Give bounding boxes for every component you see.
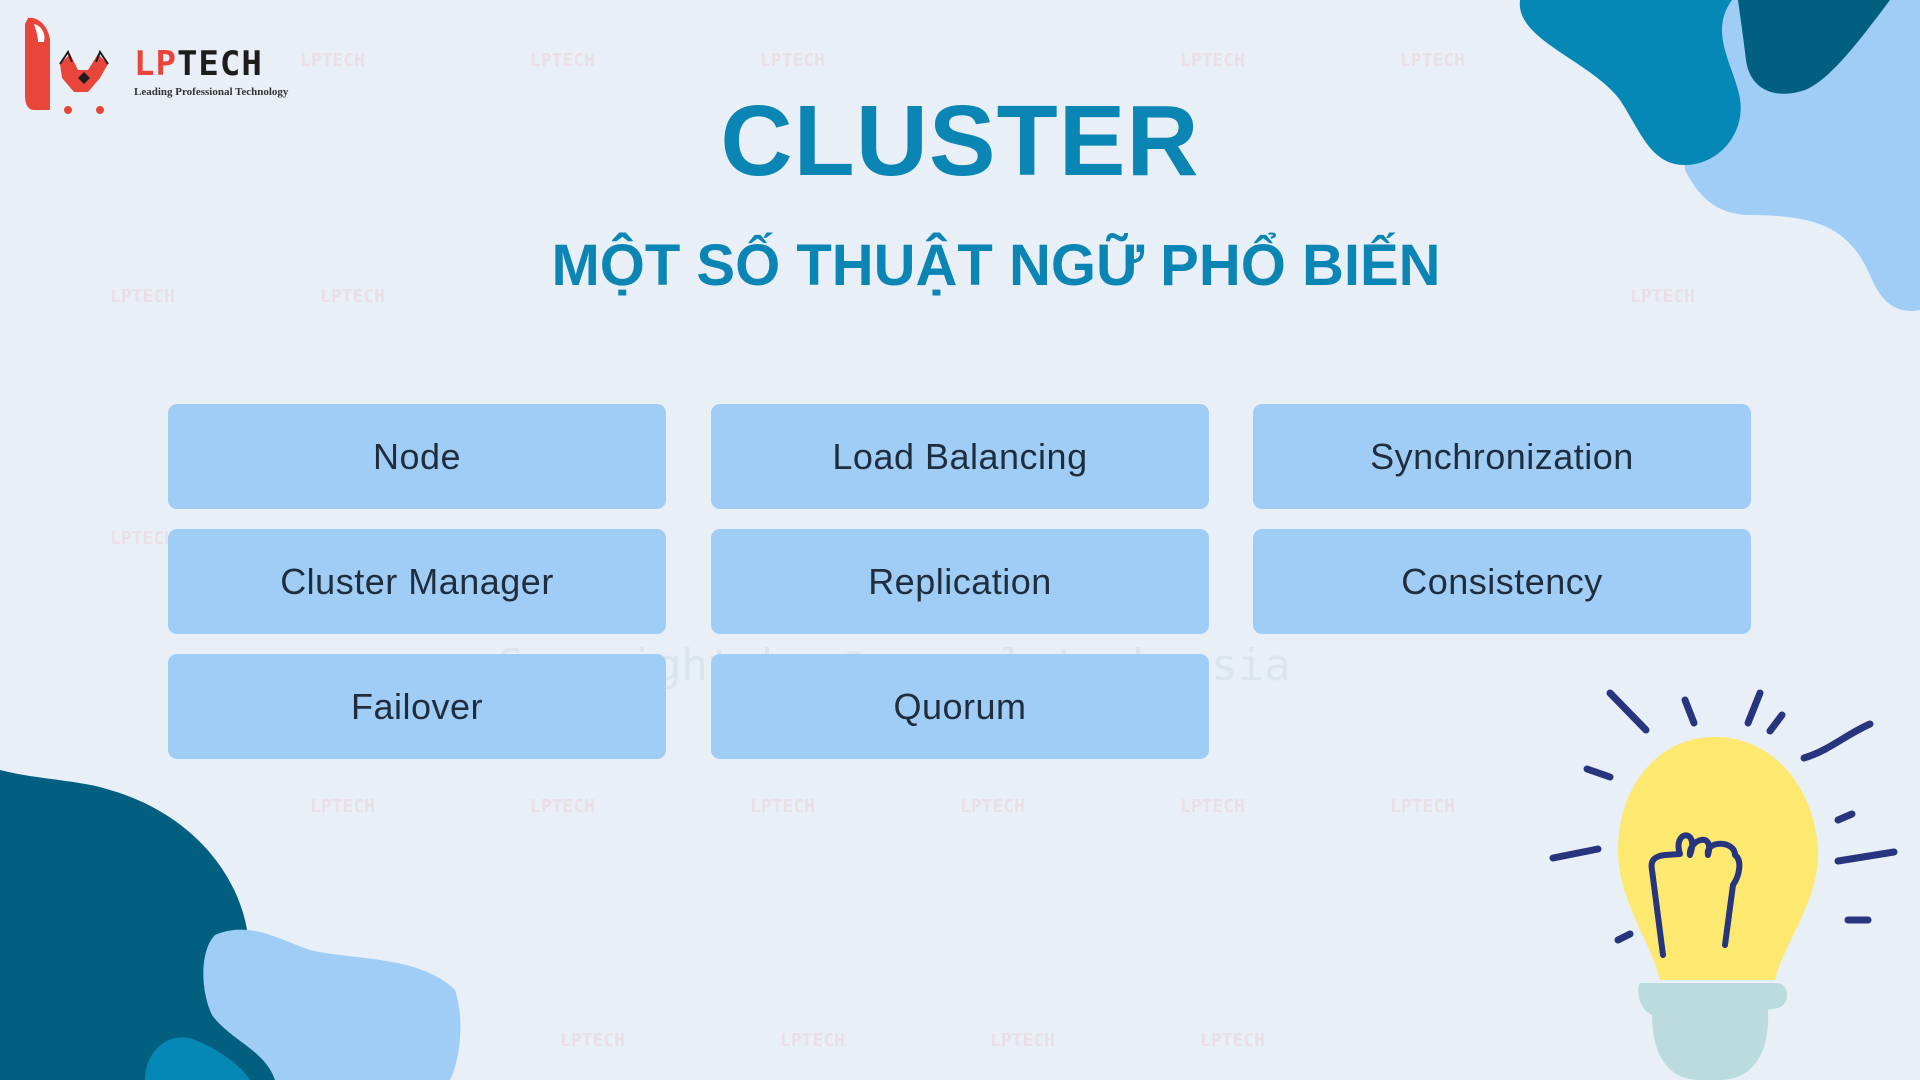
logo-wordmark: LPTECH — [134, 44, 263, 84]
watermark-logo: LPTECH — [560, 1030, 626, 1051]
logo-word-rest: TECH — [176, 44, 263, 84]
watermark-logo: LPTECH — [1180, 796, 1246, 817]
term-box: Load Balancing — [711, 404, 1209, 509]
logo-word-accent: LP — [134, 44, 177, 84]
watermark-logo: LPTECH — [750, 796, 816, 817]
watermark-logo: LPTECH — [1180, 50, 1246, 71]
watermark-logo: LPTECH — [1400, 50, 1466, 71]
bulb-glass — [1618, 737, 1819, 980]
watermark-logo: LPTECH — [1390, 796, 1456, 817]
watermark-logo: LPTECH — [990, 1030, 1056, 1051]
page-title: CLUSTER — [720, 85, 1200, 197]
watermark-logo: LPTECH — [300, 50, 366, 71]
term-box: Synchronization — [1253, 404, 1751, 509]
term-box: Quorum — [711, 654, 1209, 759]
term-box: Cluster Manager — [168, 529, 666, 634]
watermark-logo: LPTECH — [530, 796, 596, 817]
watermark-logo: LPTECH — [110, 286, 176, 307]
bulb-base — [1638, 983, 1787, 1080]
watermark-logo: LPTECH — [960, 796, 1026, 817]
watermark-logo: LPTECH — [760, 50, 826, 71]
decorative-blob-bottom-left — [0, 770, 461, 1080]
watermark-logo: LPTECH — [780, 1030, 846, 1051]
term-box: Failover — [168, 654, 666, 759]
watermark-logo: LPTECH — [530, 50, 596, 71]
page-subtitle: MỘT SỐ THUẬT NGỮ PHỔ BIẾN — [551, 233, 1441, 298]
term-box: Consistency — [1253, 529, 1751, 634]
term-box: Node — [168, 404, 666, 509]
watermark-logo: LPTECH — [320, 286, 386, 307]
term-box: Replication — [711, 529, 1209, 634]
lightbulb-icon — [1549, 689, 1898, 1080]
watermark-logo: LPTECH — [1200, 1030, 1266, 1051]
watermark-logo: LPTECH — [110, 528, 176, 549]
